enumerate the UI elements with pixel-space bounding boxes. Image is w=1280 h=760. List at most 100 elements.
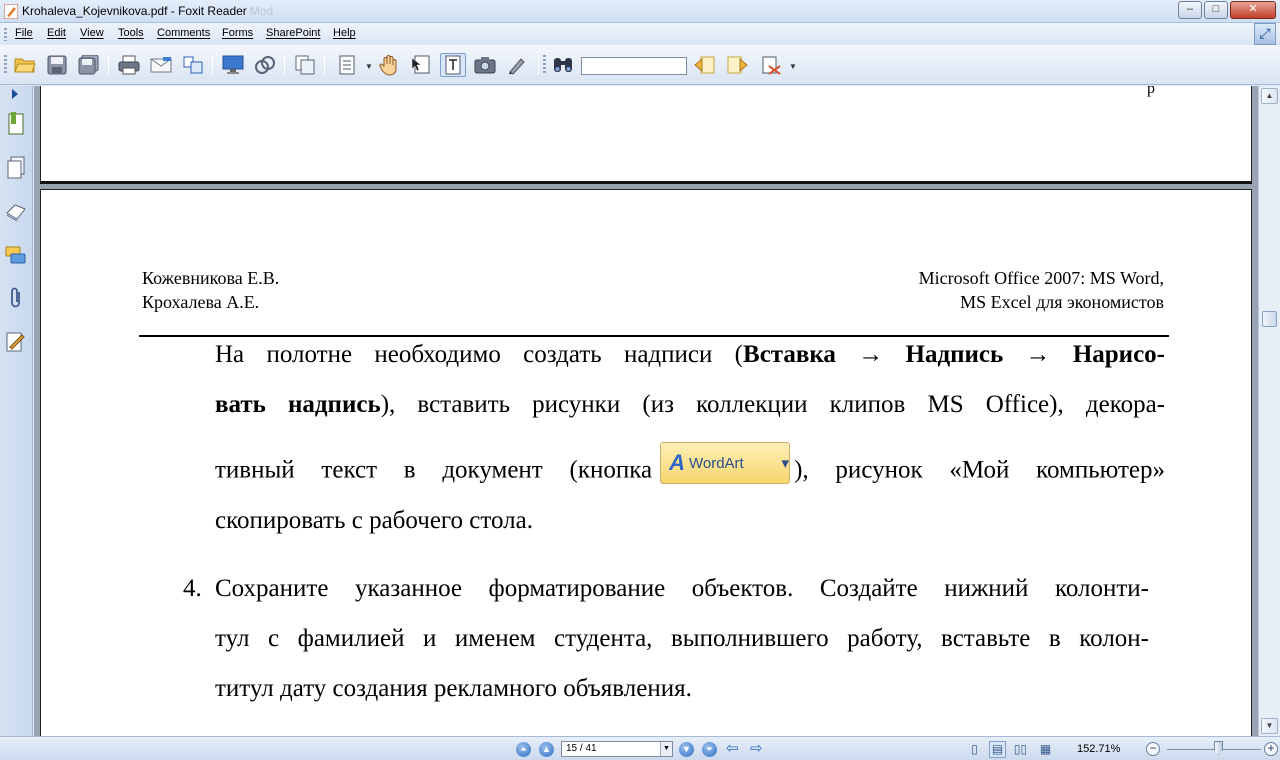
scroll-up-icon[interactable]: ▲ bbox=[1261, 88, 1278, 104]
attachments-icon[interactable] bbox=[4, 286, 28, 310]
menu-comments[interactable]: Comments bbox=[157, 27, 210, 39]
minimize-button[interactable]: – bbox=[1178, 1, 1202, 19]
current-page: Кожевникова Е.В. Крохалева А.Е. Microsof… bbox=[40, 189, 1252, 736]
toolbar: ▼ ▼ bbox=[0, 45, 1280, 85]
zoom-slider-thumb[interactable] bbox=[1214, 741, 1223, 755]
header-rule bbox=[139, 335, 1169, 337]
menu-grip bbox=[4, 28, 7, 41]
fullscreen-icon[interactable]: ⤢ bbox=[1254, 23, 1276, 45]
list-item-number: 4. bbox=[183, 575, 202, 602]
menu-tools[interactable]: Tools bbox=[118, 27, 144, 39]
pages-panel-icon[interactable] bbox=[4, 156, 28, 180]
email-icon[interactable] bbox=[148, 53, 174, 77]
facing-view-icon[interactable]: ▯▯ bbox=[1012, 741, 1029, 758]
continuous-facing-view-icon[interactable]: ▦ bbox=[1037, 741, 1054, 758]
header-author-2: Крохалева А.Е. bbox=[142, 292, 260, 312]
continuous-view-icon[interactable]: ▤ bbox=[989, 741, 1006, 758]
toolbar-separator bbox=[108, 55, 109, 75]
menu-edit[interactable]: Edit bbox=[47, 27, 66, 39]
scrollbar-thumb[interactable] bbox=[1262, 311, 1277, 327]
page-indicator: 15 / 41 bbox=[566, 743, 597, 754]
go-forward-icon[interactable]: ⇨ bbox=[750, 741, 763, 756]
find-icon[interactable] bbox=[550, 53, 576, 77]
find-prev-icon[interactable] bbox=[692, 53, 718, 77]
para1-line3: тивный текст в документ (кнопка A WordArt … bbox=[215, 442, 1165, 490]
toolbar-separator bbox=[538, 55, 539, 75]
layers-icon[interactable] bbox=[4, 200, 28, 224]
menu-forms[interactable]: Forms bbox=[222, 27, 253, 39]
header-title-line-1: Microsoft Office 2007: MS Word, bbox=[918, 268, 1164, 288]
highlight-icon[interactable] bbox=[758, 53, 784, 77]
search-input[interactable] bbox=[581, 57, 687, 75]
window-title-faded: Mod bbox=[249, 4, 274, 18]
maximize-button[interactable]: □ bbox=[1204, 1, 1228, 19]
window-title: Krohaleva_Kojevnikova.pdf - Foxit Reader… bbox=[22, 4, 274, 18]
find-next-icon[interactable] bbox=[724, 53, 750, 77]
menu-file[interactable]: File bbox=[15, 27, 33, 39]
save-icon[interactable] bbox=[44, 53, 70, 77]
print-icon[interactable] bbox=[116, 53, 142, 77]
toolbar-separator bbox=[324, 55, 325, 75]
last-page-icon[interactable]: ⏷ bbox=[702, 742, 717, 757]
chevron-down-icon[interactable]: ▼ bbox=[365, 62, 373, 71]
para1-line1: На полотне необходимо создать надписи (В… bbox=[215, 341, 1165, 368]
go-back-icon[interactable]: ⇦ bbox=[726, 741, 739, 756]
vertical-scrollbar[interactable]: ▲ ▼ bbox=[1258, 86, 1280, 736]
page-header-authors: Кожевникова Е.В. Крохалева А.Е. bbox=[142, 266, 279, 314]
fit-page-icon[interactable] bbox=[180, 53, 206, 77]
para1-line2: вать надпись), вставить рисунки (из колл… bbox=[215, 391, 1165, 418]
page-number-field[interactable]: 15 / 41 ▼ bbox=[561, 741, 673, 757]
close-button[interactable]: ✕ bbox=[1230, 1, 1276, 19]
comments-icon[interactable] bbox=[4, 244, 28, 268]
document-viewport[interactable]: р Кожевникова Е.В. Крохалева А.Е. Micros… bbox=[34, 86, 1258, 736]
zoom-in-icon[interactable]: + bbox=[1264, 742, 1278, 756]
item4-line3: титул дату создания рекламного объявлени… bbox=[215, 675, 692, 702]
wordart-icon: A bbox=[669, 450, 685, 475]
pages-icon[interactable] bbox=[292, 53, 318, 77]
menu-help[interactable]: Help bbox=[333, 27, 356, 39]
header-title-line-2: MS Excel для экономистов bbox=[960, 292, 1164, 312]
first-page-icon[interactable]: ⏶ bbox=[516, 742, 531, 757]
item4-line2: тул с фамилией и именем студента, выполн… bbox=[215, 625, 1149, 652]
menu-sharepoint[interactable]: SharePoint bbox=[266, 27, 320, 39]
toolbar-separator bbox=[212, 55, 213, 75]
single-page-view-icon[interactable]: ▯ bbox=[966, 741, 983, 758]
save-all-icon[interactable] bbox=[76, 53, 102, 77]
toolbar-separator bbox=[284, 55, 285, 75]
para1-line4: скопировать с рабочего стола. bbox=[215, 507, 533, 534]
title-bar: Krohaleva_Kojevnikova.pdf - Foxit Reader… bbox=[0, 0, 1280, 23]
open-icon[interactable] bbox=[12, 53, 38, 77]
properties-icon[interactable] bbox=[252, 53, 278, 77]
select-text-icon[interactable] bbox=[408, 53, 434, 77]
hand-icon[interactable] bbox=[376, 53, 402, 77]
toolbar-grip bbox=[4, 55, 7, 75]
wordart-button-image: A WordArt ▾ bbox=[660, 442, 791, 484]
zoom-out-icon[interactable]: − bbox=[1146, 742, 1160, 756]
para1-bold-1: Вставка → Надпись → Нарисо- bbox=[743, 341, 1165, 368]
status-bar: ⏶ ▲ 15 / 41 ▼ ▼ ⏷ ⇦ ⇨ ▯ ▤ ▯▯ ▦ 152.71% − … bbox=[0, 736, 1280, 760]
monitor-icon[interactable] bbox=[220, 53, 246, 77]
page-header-title: Microsoft Office 2007: MS Word, MS Excel… bbox=[919, 266, 1164, 314]
menu-view[interactable]: View bbox=[80, 27, 104, 39]
para1-bold-2: вать надпись bbox=[215, 391, 381, 418]
zoom-level: 152.71% bbox=[1077, 743, 1121, 755]
chevron-down-icon[interactable]: ▼ bbox=[789, 62, 797, 71]
snapshot-icon[interactable] bbox=[472, 53, 498, 77]
foxit-app-icon bbox=[4, 4, 18, 19]
toolbar-grip bbox=[543, 55, 546, 75]
signatures-icon[interactable] bbox=[4, 330, 28, 354]
bookmarks-icon[interactable] bbox=[4, 112, 28, 136]
pen-icon[interactable] bbox=[504, 53, 530, 77]
item4-line1: Сохраните указанное форматирование объек… bbox=[215, 575, 1149, 602]
scroll-down-icon[interactable]: ▼ bbox=[1261, 718, 1278, 734]
text-view-icon[interactable] bbox=[334, 53, 360, 77]
typewriter-icon[interactable] bbox=[440, 53, 466, 77]
previous-page: р bbox=[40, 86, 1252, 184]
menu-bar: File Edit View Tools Comments Forms Shar… bbox=[0, 23, 1280, 45]
next-page-icon[interactable]: ▼ bbox=[679, 742, 694, 757]
navigation-pane bbox=[0, 86, 33, 736]
header-author-1: Кожевникова Е.В. bbox=[142, 268, 280, 288]
previous-page-icon[interactable]: ▲ bbox=[539, 742, 554, 757]
chevron-down-icon[interactable]: ▼ bbox=[660, 742, 672, 756]
expand-pane-icon[interactable] bbox=[12, 89, 18, 99]
